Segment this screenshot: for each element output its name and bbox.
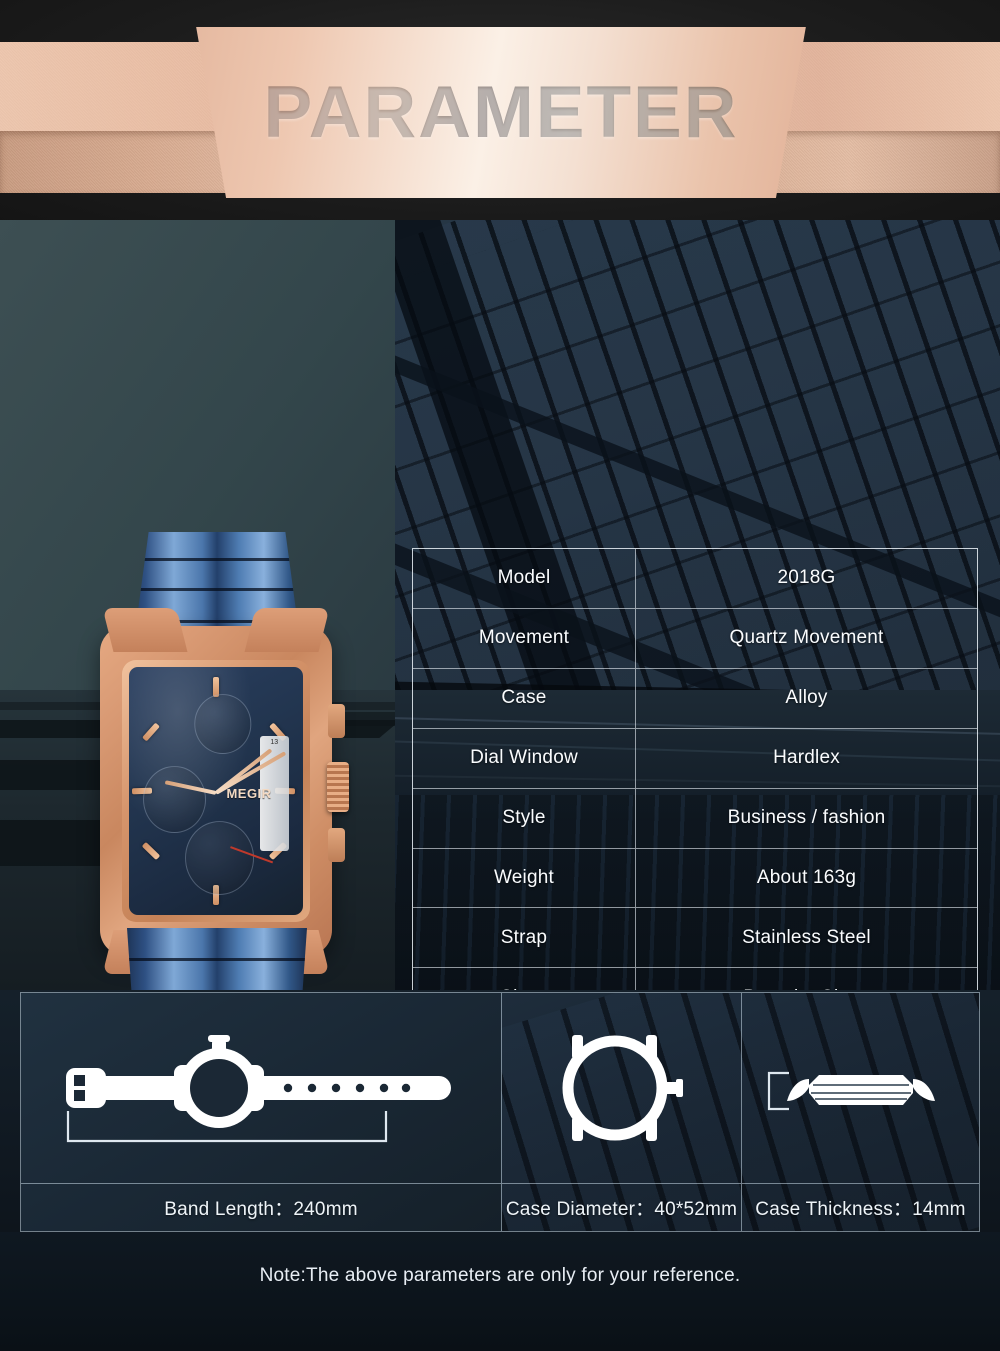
page-title: PARAMETER — [176, 27, 826, 198]
dimensions-panel: Band Length：240mm Case Diameter：40*52mm … — [20, 992, 980, 1232]
spec-value: Hardlex — [773, 747, 840, 769]
table-row: Model 2018G — [413, 549, 977, 609]
subdial-top — [194, 694, 252, 754]
case-thickness-label-cell: Case Thickness：14mm — [741, 1184, 979, 1231]
case-thickness-measure-bracket — [767, 1071, 789, 1111]
product-stage: 13 MEGIR Band Width：26*20mm Model 2018G — [0, 220, 1000, 990]
case-diameter-label-cell: Case Diameter：40*52mm — [501, 1184, 741, 1231]
band-length-icon-cell — [21, 993, 501, 1183]
table-row: Style Business / fashion — [413, 788, 977, 849]
chronograph-pusher-top — [328, 704, 345, 738]
footer-note: Note:The above parameters are only for y… — [259, 1265, 741, 1286]
spec-label: Style — [413, 788, 636, 848]
table-row: Case Alloy — [413, 668, 977, 729]
case-diameter-icon-cell — [501, 993, 741, 1183]
table-row: Weight About 163g — [413, 848, 977, 909]
spec-label: Dial Window — [413, 728, 636, 788]
watch-dial: 13 MEGIR — [129, 667, 303, 915]
spec-label: Strap — [413, 908, 636, 968]
dimension-icons-row — [21, 993, 979, 1183]
watch-lug — [244, 608, 330, 652]
case-thickness-icon-cell — [741, 993, 979, 1183]
banner-trapezoid: PARAMETER — [176, 24, 826, 201]
spec-value: About 163g — [756, 866, 857, 888]
table-row: Dial Window Hardlex — [413, 728, 977, 789]
band-length-label: Band Length：240mm — [164, 1199, 358, 1220]
subdial-left — [142, 766, 206, 834]
footer-background — [0, 1232, 1000, 1351]
bracelet-lower — [127, 928, 307, 990]
spec-label: Model — [413, 549, 636, 608]
table-row: Clasp Bracelet Clasp — [413, 968, 977, 990]
watch-lug — [102, 608, 188, 652]
hour-marker — [141, 841, 161, 860]
spec-label: Weight — [413, 848, 636, 908]
band-length-label-cell: Band Length：240mm — [21, 1184, 501, 1231]
table-row: Movement Quartz Movement — [413, 608, 977, 669]
spec-label: Clasp — [413, 968, 636, 990]
spec-value: Alloy — [785, 687, 828, 709]
brand-logo: MEGIR — [226, 786, 272, 802]
spec-label: Case — [413, 668, 636, 728]
watch-band-icon — [66, 1035, 451, 1143]
spec-value: Bracelet Clasp — [636, 968, 977, 990]
header-banner: PARAMETER — [0, 0, 1000, 220]
watch-profile-icon — [767, 1071, 935, 1111]
table-row: Strap Stainless Steel — [413, 908, 977, 969]
watch-bezel: 13 MEGIR — [122, 660, 310, 922]
spec-label: Movement — [413, 608, 636, 668]
spec-value: Business / fashion — [727, 807, 886, 829]
spec-value: 2018G — [777, 567, 836, 589]
watch-case: 13 MEGIR — [100, 608, 349, 974]
case-thickness-label: Case Thickness：14mm — [755, 1199, 966, 1220]
hour-marker — [142, 722, 161, 741]
watch-crown — [327, 762, 349, 812]
dimension-labels-row: Band Length：240mm Case Diameter：40*52mm … — [21, 1183, 979, 1231]
watch-product-image: 13 MEGIR — [82, 488, 368, 990]
spec-value: Stainless Steel — [742, 926, 871, 948]
case-diameter-label: Case Diameter：40*52mm — [505, 1199, 738, 1220]
chronograph-pusher-bottom — [328, 828, 345, 862]
watch-case-round-icon — [562, 1035, 683, 1141]
specification-table: Model 2018G Movement Quartz Movement Cas… — [412, 548, 978, 990]
spec-value: Quartz Movement — [729, 627, 884, 649]
subdial-bottom — [184, 820, 255, 896]
